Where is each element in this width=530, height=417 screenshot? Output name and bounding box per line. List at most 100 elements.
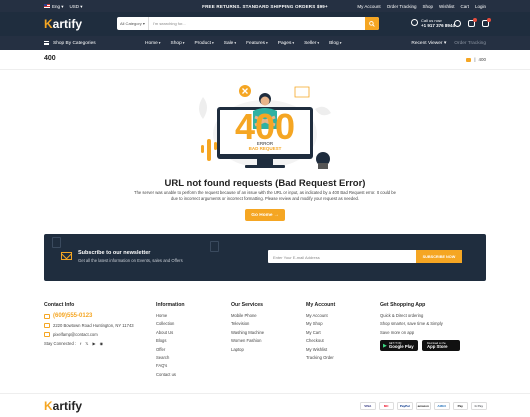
footer-link[interactable]: Checkout (306, 337, 335, 345)
google-play-icon: ▶ (383, 342, 387, 349)
recent-viewer-menu[interactable]: Recent Viewer ▾ (411, 41, 446, 46)
top-link-shop[interactable]: Shop (422, 4, 433, 9)
top-links: My Account Order Tracking Shop Wishlist … (357, 4, 486, 9)
error-description: The server was unable to perform the req… (134, 190, 396, 201)
youtube-icon[interactable]: ▶ (92, 341, 95, 346)
nav-item-pages[interactable]: Pages (278, 41, 294, 46)
screen-bad-request-label: BAD REQUEST (249, 146, 282, 151)
nav-menu: Home Shop Product Sale Features Pages Se… (145, 36, 341, 50)
visa-icon: VISA (360, 402, 376, 410)
footer-app: Get Shopping App Quick & Direct ordering… (380, 302, 460, 352)
top-link-login[interactable]: Login (475, 4, 486, 9)
newsletter-section: Subscribe to our newsletter Get all the … (44, 234, 486, 281)
footer-link[interactable]: My Shop (306, 320, 335, 328)
footer-link[interactable]: FAQ's (156, 362, 185, 370)
footer-link[interactable]: Offer (156, 346, 185, 354)
call-number: +1 917 376 8944 (421, 23, 455, 28)
footer-account-heading: My Account (306, 302, 336, 308)
location-icon (44, 323, 50, 328)
footer-link[interactable]: Home (156, 312, 185, 320)
phone-icon (44, 314, 50, 319)
shop-by-categories-button[interactable]: Shop By Categories (44, 36, 96, 50)
wishlist-count-badge (473, 18, 477, 22)
facebook-icon[interactable]: f (80, 341, 81, 346)
footer-link[interactable]: Television (231, 320, 264, 328)
footer-email[interactable]: pixelfamp@contact.com (44, 330, 134, 339)
footer-link[interactable]: My Account (306, 312, 335, 320)
nav-item-home[interactable]: Home (145, 41, 161, 46)
breadcrumb-current: 400 (478, 57, 486, 62)
footer-link[interactable]: Women Fashion (231, 337, 264, 345)
mail-icon (44, 332, 50, 337)
app-store-badges: ▶ GET IT ON Google Play Download on the Ap… (380, 340, 460, 352)
main-header: Kartify All Category ▾ I'm searching for… (0, 12, 530, 36)
breadcrumb-separator: | (474, 57, 476, 62)
nav-item-seller[interactable]: Seller (304, 41, 319, 46)
wishlist-icon[interactable] (468, 18, 477, 27)
nav-item-blog[interactable]: Blog (329, 41, 341, 46)
envelope-icon (61, 252, 72, 260)
footer-phone[interactable]: (609)555-0123 (44, 312, 134, 321)
decor-doc-icon (52, 237, 61, 248)
footer-link[interactable]: Search (156, 354, 185, 362)
x-icon[interactable]: 𝕏 (85, 341, 88, 346)
search-category-select[interactable]: All Category ▾ (117, 17, 149, 30)
footer-services-heading: Our Services (231, 302, 264, 308)
newsletter-title: Subscribe to our newsletter (78, 250, 151, 256)
amazon-pay-icon: amazon (415, 402, 431, 410)
order-tracking-link[interactable]: Order Tracking (454, 41, 486, 46)
pinterest-icon[interactable]: ◉ (100, 341, 104, 346)
decor-doc-icon (210, 241, 219, 252)
home-icon[interactable] (466, 57, 472, 62)
footer-logo[interactable]: Kartify (44, 399, 82, 413)
call-us[interactable]: Call us now +1 917 376 8944 (411, 18, 455, 28)
go-home-button[interactable]: Go Home → (245, 209, 285, 221)
subscribe-button[interactable]: SUBSCRIBE NOW (416, 250, 462, 263)
page-title: 400 (44, 55, 56, 62)
footer-app-heading: Get Shopping App (380, 302, 426, 308)
nav-item-shop[interactable]: Shop (171, 41, 185, 46)
footer-link[interactable]: My Wishlist (306, 346, 335, 354)
nav-item-sale[interactable]: Sale (224, 41, 236, 46)
footer-link[interactable]: About Us (156, 329, 185, 337)
cart-count-badge (487, 18, 491, 22)
search-button[interactable] (365, 17, 379, 30)
stay-connected-label: Stay Connected : (44, 341, 77, 346)
top-link-cart[interactable]: Cart (460, 4, 469, 9)
footer-link[interactable]: Collection (156, 320, 185, 328)
nav-item-product[interactable]: Product (194, 41, 213, 46)
cart-icon[interactable] (482, 18, 491, 27)
mastercard-icon: MC (378, 402, 394, 410)
footer-information: Information Home Collection About Us Blo… (156, 302, 185, 379)
newsletter-email-field[interactable]: Enter Your E-mail Address SUBSCRIBE NOW (268, 250, 462, 263)
app-store-badge[interactable]: Download on the App Store (422, 340, 460, 352)
top-bar: Eng ▾ USD ▾ FREE RETURNS. STANDARD SHIPP… (0, 0, 530, 12)
user-icon[interactable] (454, 20, 461, 27)
search-input[interactable]: I'm searching for... (149, 21, 365, 26)
top-link-my-account[interactable]: My Account (357, 4, 380, 9)
newsletter-placeholder: Enter Your E-mail Address (273, 254, 320, 260)
main-nav: Shop By Categories Home Shop Product Sal… (0, 36, 530, 50)
social-links: Stay Connected : f 𝕏 ▶ ◉ (44, 339, 134, 348)
footer-link[interactable]: Laptop (231, 346, 264, 354)
app-feature-line: Shop smarter, save time & Simply (380, 321, 443, 327)
footer-link[interactable]: Washing Machine (231, 329, 264, 337)
footer-link[interactable]: Blogs (156, 337, 185, 345)
payment-methods: VISA MC PayPal amazon AMEX Pay G Pay (360, 402, 487, 410)
footer-link[interactable]: My Cart (306, 329, 335, 337)
error-illustration: 400 ERROR BAD REQUEST (199, 85, 331, 169)
footer-link[interactable]: Contact us (156, 371, 185, 379)
paypal-icon: PayPal (397, 402, 413, 410)
top-link-wishlist[interactable]: Wishlist (439, 4, 455, 9)
app-feature-line: Save more on app (380, 329, 415, 335)
logo[interactable]: Kartify (44, 17, 82, 31)
google-play-badge[interactable]: ▶ GET IT ON Google Play (380, 340, 418, 352)
nav-item-features[interactable]: Features (246, 41, 268, 46)
menu-icon (44, 41, 49, 45)
search-icon (369, 20, 375, 27)
footer-link[interactable]: Mobile Phone (231, 312, 264, 320)
top-link-order-tracking[interactable]: Order Tracking (387, 4, 417, 9)
phone-icon (411, 19, 418, 26)
error-title: URL not found requests (Bad Request Erro… (164, 178, 366, 189)
footer-link[interactable]: Tracking Order (306, 354, 335, 362)
